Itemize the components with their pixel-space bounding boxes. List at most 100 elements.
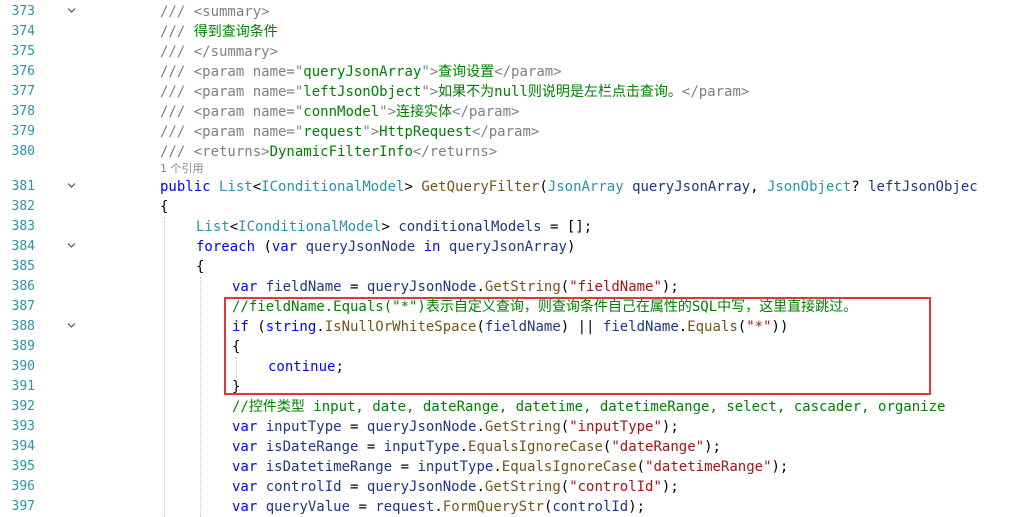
code-editor[interactable]: 373 /// <summary> 374 /// 得到查询条件 375 /// </su… bbox=[0, 0, 1031, 517]
line-number: 385 bbox=[11, 259, 35, 274]
code-token: var bbox=[232, 279, 258, 295]
fold-chevron-icon[interactable] bbox=[67, 181, 76, 190]
code-token: fieldName bbox=[265, 279, 342, 295]
code-text[interactable]: /// <param name="request">HttpRequest</p… bbox=[160, 122, 539, 142]
code-token: ( bbox=[255, 239, 272, 255]
code-token: 得到查询条件 bbox=[193, 24, 278, 40]
code-token: queryValue bbox=[265, 499, 351, 515]
code-text[interactable]: /// <param name="connModel">连接实体</param> bbox=[160, 102, 519, 122]
code-token: ? bbox=[851, 179, 869, 195]
code-token: = []; bbox=[541, 219, 593, 235]
code-token: = bbox=[341, 279, 367, 295]
code-token: queryJsonNode bbox=[366, 419, 477, 435]
code-line: 395 var isDatetimeRange = inputType.Equal… bbox=[0, 457, 1031, 477]
line-number: 375 bbox=[11, 44, 35, 59]
code-token: conditionalModels bbox=[398, 219, 542, 235]
line-number: 380 bbox=[11, 144, 35, 159]
code-token: IConditionalModel bbox=[261, 179, 405, 195]
code-text[interactable]: /// </summary> bbox=[160, 42, 278, 62]
code-token: foreach bbox=[196, 239, 256, 255]
line-number: 394 bbox=[11, 439, 35, 454]
code-text[interactable]: List<IConditionalModel> conditionalModel… bbox=[196, 217, 592, 237]
code-text[interactable]: //控件类型 input, date, dateRange, datetime,… bbox=[232, 397, 945, 417]
code-token: = bbox=[341, 479, 367, 495]
code-token: "inputType" bbox=[569, 419, 662, 435]
code-token: var bbox=[232, 439, 258, 455]
line-number: 389 bbox=[11, 339, 35, 354]
code-text[interactable]: /// 得到查询条件 bbox=[160, 22, 278, 42]
code-token: string bbox=[265, 319, 317, 335]
code-text[interactable]: var fieldName = queryJsonNode.GetString(… bbox=[232, 277, 679, 297]
line-number: 393 bbox=[11, 419, 35, 434]
line-number: 384 bbox=[11, 239, 35, 254]
code-token: /// </summary> bbox=[160, 44, 279, 60]
code-token: continue bbox=[268, 359, 336, 375]
code-token: "datetimeRange" bbox=[645, 459, 772, 475]
code-token: "fieldName" bbox=[569, 279, 662, 295]
code-token: ( bbox=[248, 319, 266, 335]
code-line: 386 var fieldName = queryJsonNode.GetStri… bbox=[0, 277, 1031, 297]
code-text[interactable]: continue; bbox=[268, 357, 344, 377]
code-line: 390 continue; bbox=[0, 357, 1031, 377]
code-token: //fieldName.Equals("*")表示自定义查询，则查询条件自己在属… bbox=[232, 299, 858, 315]
fold-chevron-icon[interactable] bbox=[67, 241, 76, 250]
code-token: , bbox=[750, 179, 767, 195]
line-number: 397 bbox=[11, 499, 35, 514]
code-token: /// <param name=" bbox=[160, 84, 304, 100]
code-token: . bbox=[476, 419, 485, 435]
code-token: GetString bbox=[484, 279, 561, 295]
code-token: . bbox=[678, 319, 688, 335]
code-token: connModel bbox=[303, 104, 380, 120]
code-line: 377 /// <param name="leftJsonObject">如果不为… bbox=[0, 82, 1031, 102]
code-line: 374 /// 得到查询条件 bbox=[0, 22, 1031, 42]
code-line: 376 /// <param name="queryJsonArray">查询设置… bbox=[0, 62, 1031, 82]
code-token: queryJsonArray bbox=[632, 179, 751, 195]
line-number: 381 bbox=[11, 179, 35, 194]
code-token: GetString bbox=[484, 419, 561, 435]
code-text[interactable]: var isDatetimeRange = inputType.EqualsIg… bbox=[232, 457, 788, 477]
code-token: ( bbox=[476, 319, 485, 335]
code-token: isDateRange bbox=[265, 439, 359, 455]
fold-chevron-icon[interactable] bbox=[67, 321, 76, 330]
code-token: IsNullOrWhiteSpace bbox=[324, 319, 477, 335]
codelens-reference-count[interactable]: 1 个引用 bbox=[160, 162, 204, 176]
code-token: IConditionalModel bbox=[238, 219, 382, 235]
code-line: 388 if (string.IsNullOrWhiteSpace(fieldNa… bbox=[0, 317, 1031, 337]
code-token: < bbox=[252, 179, 262, 195]
code-token: . bbox=[476, 279, 485, 295]
line-number: 395 bbox=[11, 459, 35, 474]
code-text[interactable]: if (string.IsNullOrWhiteSpace(fieldName)… bbox=[232, 317, 788, 337]
code-text[interactable]: /// <returns>DynamicFilterInfo</returns> bbox=[160, 142, 497, 162]
code-text[interactable]: /// <summary> bbox=[160, 2, 270, 22]
code-token: controlId bbox=[265, 479, 342, 495]
code-text[interactable]: foreach (var queryJsonNode in queryJsonA… bbox=[196, 237, 575, 257]
code-text[interactable]: { bbox=[196, 257, 204, 277]
fold-chevron-icon[interactable] bbox=[67, 6, 76, 15]
code-text[interactable]: /// <param name="queryJsonArray">查询设置</p… bbox=[160, 62, 562, 82]
code-token: var bbox=[232, 459, 258, 475]
code-token: 查询设置 bbox=[438, 64, 495, 80]
line-number: 391 bbox=[11, 379, 35, 394]
code-text[interactable]: { bbox=[232, 337, 240, 357]
code-token: inputType bbox=[417, 459, 494, 475]
code-token: ; bbox=[335, 359, 344, 375]
code-text[interactable]: var isDateRange = inputType.EqualsIgnore… bbox=[232, 437, 721, 457]
code-token: . bbox=[459, 439, 469, 455]
line-number: 383 bbox=[11, 219, 35, 234]
code-text[interactable]: /// <param name="leftJsonObject">如果不为nul… bbox=[160, 82, 749, 102]
code-text[interactable]: var inputType = queryJsonNode.GetString(… bbox=[232, 417, 679, 437]
code-line: 385 { bbox=[0, 257, 1031, 277]
code-token: ( bbox=[560, 419, 570, 435]
code-token: = bbox=[358, 439, 384, 455]
code-text[interactable]: { bbox=[160, 197, 168, 217]
code-text[interactable]: //fieldName.Equals("*")表示自定义查询，则查询条件自己在属… bbox=[232, 297, 857, 317]
code-text[interactable]: } bbox=[232, 377, 240, 397]
code-token: //控件类型 input, date, dateRange, datetime,… bbox=[232, 399, 946, 415]
code-text[interactable]: var controlId = queryJsonNode.GetString(… bbox=[232, 477, 679, 497]
code-text[interactable]: public List<IConditionalModel> GetQueryF… bbox=[160, 177, 978, 197]
line-number: 382 bbox=[11, 199, 35, 214]
code-text[interactable]: var queryValue = request.FormQueryStr(co… bbox=[232, 497, 645, 517]
code-token: "> bbox=[421, 64, 439, 80]
